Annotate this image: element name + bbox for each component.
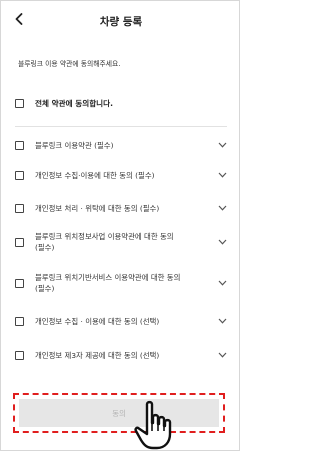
term-item[interactable]: 개인정보 처리 · 위탁에 대한 동의 (필수) bbox=[15, 201, 227, 215]
term-item[interactable]: 개인정보 수집·이용에 대한 동의 (필수) bbox=[15, 168, 227, 182]
confirm-button[interactable]: 동의 bbox=[19, 399, 219, 427]
term-checkbox[interactable] bbox=[15, 237, 24, 247]
term-checkbox[interactable] bbox=[15, 278, 24, 288]
chevron-down-icon[interactable] bbox=[217, 171, 227, 179]
agree-all-label: 전체 약관에 동의합니다. bbox=[35, 98, 114, 108]
chevron-down-icon[interactable] bbox=[217, 317, 227, 325]
term-checkbox[interactable] bbox=[15, 203, 24, 213]
term-label: 개인정보 수집·이용에 대한 동의 (필수) bbox=[35, 170, 155, 180]
divider bbox=[15, 126, 227, 127]
guide-text: 블루링크 이용 약관에 동의해주세요. bbox=[18, 60, 121, 68]
chevron-down-icon[interactable] bbox=[217, 351, 227, 359]
term-label: 개인정보 제3자 제공에 대한 동의 (선택) bbox=[35, 350, 160, 360]
term-item[interactable]: 개인정보 제3자 제공에 대한 동의 (선택) bbox=[15, 348, 227, 362]
confirm-highlight: 동의 bbox=[13, 393, 225, 433]
term-label: 개인정보 수집 · 이용에 대한 동의 (선택) bbox=[35, 316, 160, 326]
term-item[interactable]: 블루링크 위치정보사업 이용약관에 대한 동의 (필수) bbox=[15, 230, 227, 254]
app-header: 차량 등록 bbox=[0, 0, 242, 40]
chevron-down-icon[interactable] bbox=[217, 204, 227, 212]
term-label: 개인정보 처리 · 위탁에 대한 동의 (필수) bbox=[35, 203, 160, 213]
term-checkbox[interactable] bbox=[15, 170, 24, 180]
term-label: 블루링크 이용약관 (필수) bbox=[35, 140, 114, 150]
term-checkbox[interactable] bbox=[15, 350, 24, 360]
page-title: 차량 등록 bbox=[99, 16, 143, 28]
agree-all-checkbox[interactable] bbox=[15, 98, 24, 108]
pointing-hand-icon bbox=[134, 400, 172, 450]
term-label: 블루링크 위치정보사업 이용약관에 대한 동의 (필수) bbox=[35, 232, 174, 252]
term-item[interactable]: 블루링크 위치기반서비스 이용약관에 대한 동의 (필수) bbox=[15, 271, 227, 295]
chevron-down-icon[interactable] bbox=[217, 238, 227, 246]
chevron-down-icon[interactable] bbox=[217, 279, 227, 287]
chevron-down-icon[interactable] bbox=[217, 141, 227, 149]
agree-all-row[interactable]: 전체 약관에 동의합니다. bbox=[15, 92, 227, 114]
term-label: 블루링크 위치기반서비스 이용약관에 대한 동의 (필수) bbox=[35, 273, 181, 293]
term-item[interactable]: 개인정보 수집 · 이용에 대한 동의 (선택) bbox=[15, 314, 227, 328]
term-checkbox[interactable] bbox=[15, 316, 24, 326]
term-checkbox[interactable] bbox=[15, 140, 24, 150]
term-item[interactable]: 블루링크 이용약관 (필수) bbox=[15, 138, 227, 152]
